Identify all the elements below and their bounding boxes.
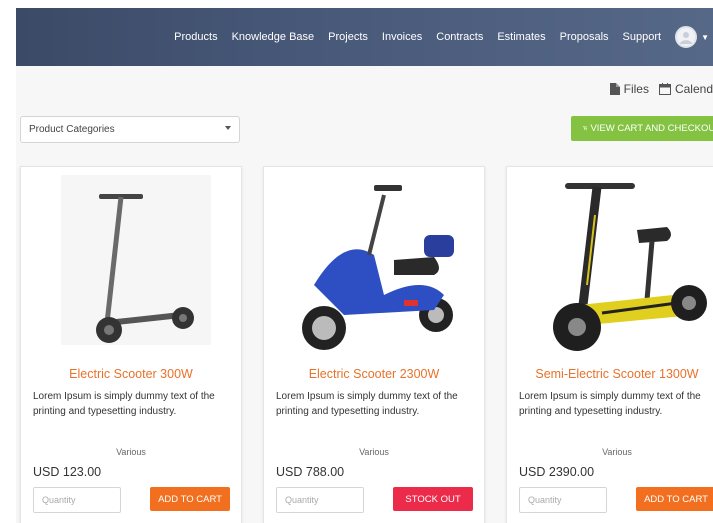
product-category: Various xyxy=(116,447,146,457)
avatar[interactable] xyxy=(675,26,698,48)
product-image xyxy=(517,175,713,365)
nav-knowledge-base[interactable]: Knowledge Base xyxy=(232,31,315,43)
user-icon xyxy=(680,32,693,44)
cart-icon xyxy=(583,126,588,131)
product-price: USD 2390.00 xyxy=(519,465,595,479)
product-category: Various xyxy=(602,447,632,457)
product-title[interactable]: Electric Scooter 300W xyxy=(21,367,241,381)
view-cart-checkout-button[interactable]: VIEW CART AND CHECKOUT xyxy=(571,116,713,141)
calendar-label: Calend xyxy=(674,82,713,96)
product-categories-select[interactable]: Product Categories xyxy=(20,116,240,143)
product-title[interactable]: Electric Scooter 2300W xyxy=(264,367,484,381)
chevron-down-icon xyxy=(225,126,231,130)
utility-links: Files Calend xyxy=(600,82,713,96)
main-content: Files Calend Product Categories VIEW CAR… xyxy=(16,66,713,523)
quantity-input[interactable] xyxy=(276,487,364,513)
nav-estimates[interactable]: Estimates xyxy=(497,31,545,43)
stock-out-button[interactable]: STOCK OUT xyxy=(393,487,473,511)
product-price: USD 788.00 xyxy=(276,465,345,479)
nav-support[interactable]: Support xyxy=(623,31,662,43)
nav-products[interactable]: Products xyxy=(174,31,217,43)
calendar-link[interactable]: Calend xyxy=(658,82,713,96)
select-value: Product Categories xyxy=(29,124,115,135)
quantity-input[interactable] xyxy=(33,487,121,513)
add-to-cart-button[interactable]: ADD TO CART xyxy=(636,487,713,511)
product-category: Various xyxy=(359,447,389,457)
files-link[interactable]: Files xyxy=(609,82,649,96)
product-price: USD 123.00 xyxy=(33,465,102,479)
checkout-label: VIEW CART AND CHECKOUT xyxy=(590,123,713,134)
file-icon xyxy=(609,83,620,95)
product-title[interactable]: Semi-Electric Scooter 1300W xyxy=(507,367,713,381)
calendar-icon xyxy=(658,83,671,95)
product-card: Electric Scooter 2300W Lorem Ipsum is si… xyxy=(263,166,485,523)
product-image xyxy=(31,175,231,365)
quantity-input[interactable] xyxy=(519,487,607,513)
nav-projects[interactable]: Projects xyxy=(328,31,368,43)
add-to-cart-button[interactable]: ADD TO CART xyxy=(150,487,230,511)
top-navigation-bar: Products Knowledge Base Projects Invoice… xyxy=(16,8,713,66)
product-description: Lorem Ipsum is simply dummy text of the … xyxy=(276,391,458,417)
product-card: Semi-Electric Scooter 1300W Lorem Ipsum … xyxy=(506,166,713,523)
nav-invoices[interactable]: Invoices xyxy=(382,31,422,43)
nav-contracts[interactable]: Contracts xyxy=(436,31,483,43)
chevron-down-icon[interactable]: ▼ xyxy=(701,33,709,42)
product-card: Electric Scooter 300W Lorem Ipsum is sim… xyxy=(20,166,242,523)
product-description: Lorem Ipsum is simply dummy text of the … xyxy=(519,391,701,417)
main-nav: Products Knowledge Base Projects Invoice… xyxy=(174,8,713,66)
product-image xyxy=(274,175,474,365)
product-description: Lorem Ipsum is simply dummy text of the … xyxy=(33,391,215,417)
files-label: Files xyxy=(623,82,649,96)
nav-proposals[interactable]: Proposals xyxy=(560,31,609,43)
